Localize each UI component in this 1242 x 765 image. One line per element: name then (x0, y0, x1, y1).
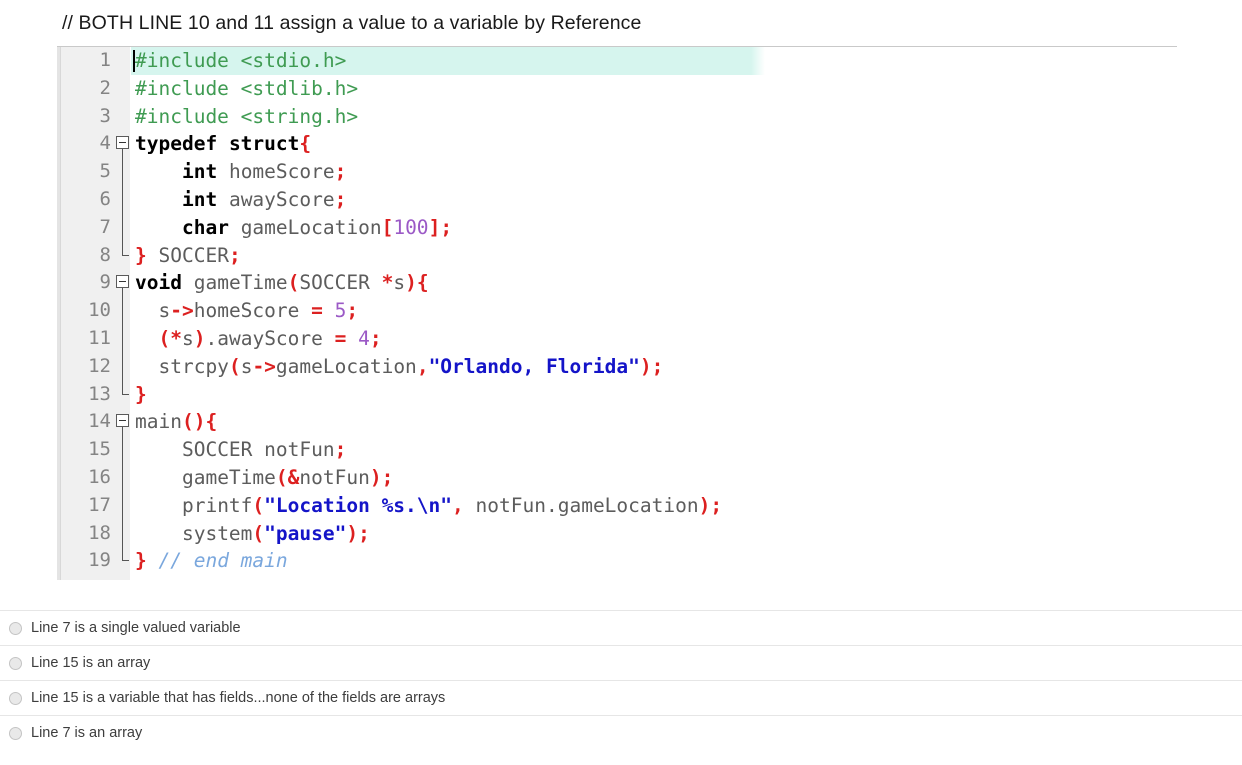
radio-button-icon[interactable] (9, 726, 22, 740)
code-text: void gameTime(SOCCER *s){ (135, 271, 429, 295)
fold-end-icon (115, 241, 131, 270)
code-text: int homeScore; (181, 160, 347, 184)
code-text: gameTime(&notFun); (181, 465, 394, 489)
answer-option-label: Line 15 is an array (31, 655, 151, 671)
fold-guide-line (115, 519, 131, 548)
fold-guide-line (115, 324, 131, 353)
fold-end-icon (115, 380, 131, 409)
line-number: 9 (99, 271, 111, 294)
line-number: 4 (99, 132, 111, 155)
code-line[interactable]: 18 system("pause"); (57, 519, 1177, 548)
code-text: strcpy(s->gameLocation,"Orlando, Florida… (158, 354, 664, 378)
code-line[interactable]: 5 int homeScore; (57, 158, 1177, 186)
radio-button-icon[interactable] (9, 621, 22, 635)
line-number: 3 (99, 104, 111, 127)
code-text: SOCCER notFun; (181, 438, 347, 462)
fold-collapse-icon[interactable] (115, 408, 131, 437)
line-number: 15 (88, 438, 111, 461)
code-line[interactable]: 13} (57, 380, 1177, 409)
code-text: s->homeScore = 5; (158, 299, 359, 323)
line-number: 13 (88, 382, 111, 405)
code-line[interactable]: 9 void gameTime(SOCCER *s){ (57, 269, 1177, 298)
code-line[interactable]: 1 #include <stdio.h> (57, 47, 1177, 75)
fold-guide-line (115, 491, 131, 520)
code-line[interactable]: 4 typedef struct{ (57, 130, 1177, 159)
fold-end-icon (115, 547, 131, 575)
code-line[interactable]: 15 SOCCER notFun; (57, 436, 1177, 464)
code-surface[interactable]: 1 #include <stdio.h> 2 #include <stdlib.h> 3… (57, 47, 1177, 580)
code-line[interactable]: 6 int awayScore; (57, 185, 1177, 214)
code-text: } (135, 382, 147, 406)
fold-collapse-icon[interactable] (115, 269, 131, 298)
fold-guide-line (115, 185, 131, 214)
code-text: #include <stdio.h> (135, 49, 347, 72)
line-number: 8 (99, 243, 111, 266)
code-line[interactable]: 14 main(){ (57, 408, 1177, 437)
fold-guide-line (115, 463, 131, 492)
line-number: 14 (88, 410, 111, 433)
fold-collapse-icon[interactable] (115, 130, 131, 159)
answer-option-4[interactable]: Line 7 is an array (0, 715, 1242, 750)
answer-option-label: Line 7 is an array (31, 725, 143, 741)
answer-options-list: Line 7 is a single valued variable Line … (0, 610, 1242, 750)
fold-guide-line (115, 158, 131, 186)
code-line[interactable]: 2 #include <stdlib.h> (57, 75, 1177, 103)
code-text: #include <stdlib.h> (135, 76, 359, 100)
line-number: 12 (88, 354, 111, 377)
fold-guide-line (115, 213, 131, 242)
line-number: 7 (99, 215, 111, 238)
code-line[interactable]: 17 printf("Location %s.\n", notFun.gameL… (57, 491, 1177, 520)
code-text: main(){ (135, 410, 218, 434)
code-text: typedef struct{ (135, 132, 312, 156)
code-text: (*s).awayScore = 4; (158, 326, 382, 350)
code-text: int awayScore; (181, 187, 347, 211)
line-number: 17 (88, 493, 111, 516)
code-text: char gameLocation[100]; (181, 215, 453, 239)
line-number: 16 (88, 465, 111, 488)
answer-option-label: Line 7 is a single valued variable (31, 620, 241, 636)
fold-guide-line (115, 297, 131, 325)
line-number: 2 (99, 76, 111, 99)
line-number: 18 (88, 521, 111, 544)
code-line[interactable]: 10 s->homeScore = 5; (57, 297, 1177, 325)
line-number: 19 (88, 549, 111, 572)
code-line[interactable]: 8 } SOCCER; (57, 241, 1177, 270)
line-number: 5 (99, 160, 111, 183)
code-line[interactable]: 19 } // end main (57, 547, 1177, 575)
answer-option-label: Line 15 is a variable that has fields...… (31, 690, 446, 706)
code-text: #include <string.h> (135, 104, 359, 128)
line-number: 1 (99, 49, 111, 71)
answer-option-3[interactable]: Line 15 is a variable that has fields...… (0, 680, 1242, 715)
code-line[interactable]: 16 gameTime(&notFun); (57, 463, 1177, 492)
answer-option-2[interactable]: Line 15 is an array (0, 645, 1242, 680)
fold-empty (115, 47, 131, 75)
answer-option-1[interactable]: Line 7 is a single valued variable (0, 610, 1242, 645)
fold-guide-line (115, 436, 131, 464)
code-text: } SOCCER; (135, 243, 241, 267)
code-text: system("pause"); (181, 521, 370, 545)
line-number: 6 (99, 187, 111, 210)
code-text: printf("Location %s.\n", notFun.gameLoca… (181, 493, 723, 517)
question-prompt: // BOTH LINE 10 and 11 assign a value to… (62, 12, 642, 34)
code-text: } // end main (135, 549, 288, 573)
fold-empty (115, 103, 131, 131)
code-editor[interactable]: 1 #include <stdio.h> 2 #include <stdlib.h> 3… (57, 46, 1177, 580)
fold-empty (115, 75, 131, 103)
code-line[interactable]: 7 char gameLocation[100]; (57, 213, 1177, 242)
line-number: 10 (88, 299, 111, 322)
radio-button-icon[interactable] (9, 656, 22, 670)
radio-button-icon[interactable] (9, 691, 22, 705)
fold-guide-line (115, 352, 131, 381)
code-line[interactable]: 12 strcpy(s->gameLocation,"Orlando, Flor… (57, 352, 1177, 381)
line-number: 11 (88, 326, 111, 349)
code-line[interactable]: 11 (*s).awayScore = 4; (57, 324, 1177, 353)
code-line[interactable]: 3 #include <string.h> (57, 103, 1177, 131)
